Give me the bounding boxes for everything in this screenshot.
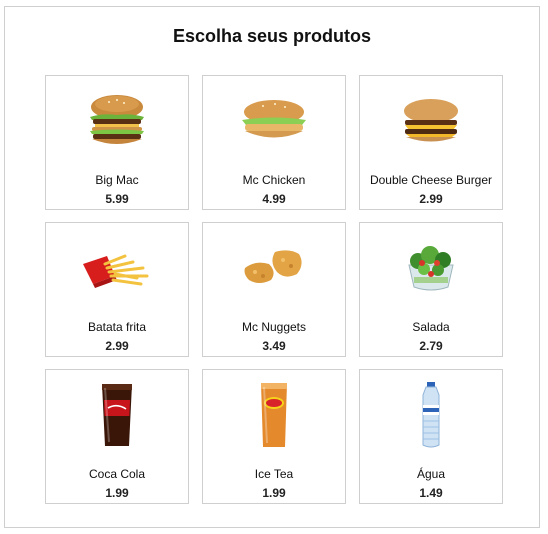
product-name: Batata frita xyxy=(87,320,147,334)
salad-icon xyxy=(360,237,502,299)
product-card-batata-frita[interactable]: Batata frita 2.99 xyxy=(45,222,189,357)
double-cheese-burger-icon xyxy=(360,90,502,152)
product-price: 1.99 xyxy=(262,486,286,500)
product-card-agua[interactable]: Água 1.49 xyxy=(359,369,503,504)
cola-glass-icon xyxy=(46,384,188,446)
product-price: 3.49 xyxy=(262,339,286,353)
ice-tea-glass-icon xyxy=(203,383,345,447)
nuggets-icon xyxy=(203,237,345,299)
product-name: Double Cheese Burger xyxy=(369,173,493,187)
product-price: 1.99 xyxy=(105,486,129,500)
product-price: 2.99 xyxy=(419,192,443,206)
product-price: 1.49 xyxy=(419,486,443,500)
big-mac-icon xyxy=(46,90,188,152)
product-panel: Escolha seus produtos Big Mac 5.99 Mc Ch… xyxy=(4,6,540,528)
product-price: 5.99 xyxy=(105,192,129,206)
product-card-mc-nuggets[interactable]: Mc Nuggets 3.49 xyxy=(202,222,346,357)
product-name: Big Mac xyxy=(95,173,139,187)
product-name: Salada xyxy=(412,320,450,334)
mc-chicken-icon xyxy=(203,90,345,152)
product-card-big-mac[interactable]: Big Mac 5.99 xyxy=(45,75,189,210)
product-card-mc-chicken[interactable]: Mc Chicken 4.99 xyxy=(202,75,346,210)
product-card-coca-cola[interactable]: Coca Cola 1.99 xyxy=(45,369,189,504)
product-name: Mc Nuggets xyxy=(241,320,307,334)
page-title: Escolha seus produtos xyxy=(172,26,372,46)
product-price: 2.99 xyxy=(105,339,129,353)
product-card-salada[interactable]: Salada 2.79 xyxy=(359,222,503,357)
product-card-ice-tea[interactable]: Ice Tea 1.99 xyxy=(202,369,346,504)
water-bottle-icon xyxy=(360,382,502,448)
product-name: Coca Cola xyxy=(88,467,146,481)
product-price: 4.99 xyxy=(262,192,286,206)
product-card-double-cheese-burger[interactable]: Double Cheese Burger 2.99 xyxy=(359,75,503,210)
product-name: Ice Tea xyxy=(254,467,294,481)
product-name: Mc Chicken xyxy=(242,173,306,187)
french-fries-icon xyxy=(46,237,188,299)
product-name: Água xyxy=(416,467,446,481)
product-price: 2.79 xyxy=(419,339,443,353)
